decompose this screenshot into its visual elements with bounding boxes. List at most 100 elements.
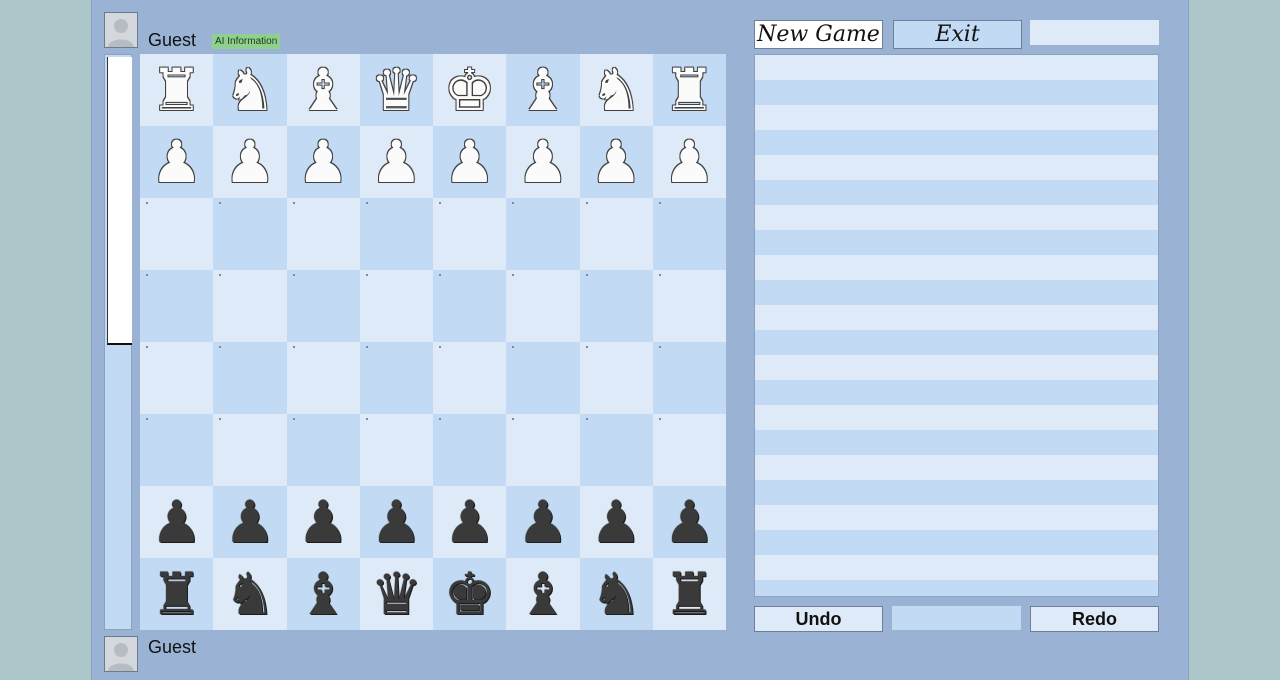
board-square[interactable]: ♟ xyxy=(286,126,360,198)
board-square[interactable] xyxy=(506,198,580,270)
board-square[interactable] xyxy=(652,270,726,342)
move-row[interactable] xyxy=(755,455,1158,480)
white-knight-piece[interactable]: ♞ xyxy=(224,61,276,119)
board-square[interactable] xyxy=(140,198,214,270)
board-square[interactable] xyxy=(579,414,653,486)
move-row[interactable] xyxy=(755,205,1158,230)
ai-information-badge[interactable]: AI Information xyxy=(212,34,281,49)
board-square[interactable]: ♟ xyxy=(433,486,507,558)
board-square[interactable] xyxy=(652,414,726,486)
move-row[interactable] xyxy=(755,405,1158,430)
board-square[interactable]: ♞ xyxy=(579,54,653,126)
black-rook-piece[interactable]: ♜ xyxy=(151,565,203,623)
black-pawn-piece[interactable]: ♟ xyxy=(444,493,496,551)
white-king-piece[interactable]: ♚ xyxy=(444,61,496,119)
board-square[interactable]: ♞ xyxy=(579,558,653,630)
board-square[interactable]: ♟ xyxy=(359,486,433,558)
move-row[interactable] xyxy=(755,355,1158,380)
redo-button[interactable]: Redo xyxy=(1030,606,1159,632)
white-rook-piece[interactable]: ♜ xyxy=(151,61,203,119)
board-square[interactable] xyxy=(652,342,726,414)
board-square[interactable]: ♞ xyxy=(213,54,287,126)
black-bishop-piece[interactable]: ♝ xyxy=(297,565,349,623)
board-square[interactable] xyxy=(286,270,360,342)
move-row[interactable] xyxy=(755,430,1158,455)
white-pawn-piece[interactable]: ♟ xyxy=(151,133,203,191)
move-row[interactable] xyxy=(755,180,1158,205)
board-square[interactable] xyxy=(433,414,507,486)
move-row[interactable] xyxy=(755,530,1158,555)
board-square[interactable]: ♚ xyxy=(433,558,507,630)
board-square[interactable] xyxy=(359,414,433,486)
move-history-list[interactable] xyxy=(754,54,1159,597)
board-square[interactable] xyxy=(286,342,360,414)
move-row[interactable] xyxy=(755,555,1158,580)
board-square[interactable]: ♟ xyxy=(506,486,580,558)
board-square[interactable] xyxy=(213,198,287,270)
white-pawn-piece[interactable]: ♟ xyxy=(663,133,715,191)
board-square[interactable]: ♟ xyxy=(213,486,287,558)
board-square[interactable]: ♟ xyxy=(433,126,507,198)
board-square[interactable] xyxy=(433,270,507,342)
board-square[interactable]: ♝ xyxy=(286,558,360,630)
board-square[interactable]: ♟ xyxy=(652,486,726,558)
board-square[interactable]: ♜ xyxy=(652,54,726,126)
white-pawn-piece[interactable]: ♟ xyxy=(444,133,496,191)
board-square[interactable]: ♝ xyxy=(286,54,360,126)
black-knight-piece[interactable]: ♞ xyxy=(224,565,276,623)
white-pawn-piece[interactable]: ♟ xyxy=(224,133,276,191)
black-king-piece[interactable]: ♚ xyxy=(444,565,496,623)
white-pawn-piece[interactable]: ♟ xyxy=(590,133,642,191)
new-game-button[interactable]: New Game xyxy=(754,20,883,49)
move-row[interactable] xyxy=(755,155,1158,180)
move-row[interactable] xyxy=(755,280,1158,305)
board-square[interactable] xyxy=(140,270,214,342)
board-square[interactable] xyxy=(359,342,433,414)
black-rook-piece[interactable]: ♜ xyxy=(663,565,715,623)
board-square[interactable] xyxy=(506,414,580,486)
white-pawn-piece[interactable]: ♟ xyxy=(370,133,422,191)
black-pawn-piece[interactable]: ♟ xyxy=(517,493,569,551)
undo-button[interactable]: Undo xyxy=(754,606,883,632)
move-row[interactable] xyxy=(755,130,1158,155)
board-square[interactable] xyxy=(213,414,287,486)
board-square[interactable] xyxy=(433,198,507,270)
black-pawn-piece[interactable]: ♟ xyxy=(151,493,203,551)
board-square[interactable]: ♟ xyxy=(213,126,287,198)
board-square[interactable] xyxy=(579,198,653,270)
board-square[interactable]: ♟ xyxy=(579,126,653,198)
board-square[interactable]: ♝ xyxy=(506,54,580,126)
white-bishop-piece[interactable]: ♝ xyxy=(297,61,349,119)
black-pawn-piece[interactable]: ♟ xyxy=(590,493,642,551)
move-row[interactable] xyxy=(755,380,1158,405)
board-square[interactable] xyxy=(506,270,580,342)
board-square[interactable]: ♟ xyxy=(140,126,214,198)
board-square[interactable]: ♛ xyxy=(359,558,433,630)
move-row[interactable] xyxy=(755,80,1158,105)
board-square[interactable]: ♜ xyxy=(140,54,214,126)
board-square[interactable] xyxy=(579,342,653,414)
board-square[interactable]: ♟ xyxy=(579,486,653,558)
black-knight-piece[interactable]: ♞ xyxy=(590,565,642,623)
black-pawn-piece[interactable]: ♟ xyxy=(297,493,349,551)
board-square[interactable]: ♛ xyxy=(359,54,433,126)
move-row[interactable] xyxy=(755,55,1158,80)
white-bishop-piece[interactable]: ♝ xyxy=(517,61,569,119)
board-square[interactable] xyxy=(359,270,433,342)
board-square[interactable]: ♟ xyxy=(652,126,726,198)
white-pawn-piece[interactable]: ♟ xyxy=(297,133,349,191)
board-square[interactable] xyxy=(359,198,433,270)
board-square[interactable]: ♟ xyxy=(359,126,433,198)
board-square[interactable]: ♝ xyxy=(506,558,580,630)
white-knight-piece[interactable]: ♞ xyxy=(590,61,642,119)
white-pawn-piece[interactable]: ♟ xyxy=(517,133,569,191)
board-square[interactable] xyxy=(579,270,653,342)
board-square[interactable] xyxy=(652,198,726,270)
black-pawn-piece[interactable]: ♟ xyxy=(224,493,276,551)
move-row[interactable] xyxy=(755,305,1158,330)
board-square[interactable] xyxy=(433,342,507,414)
move-row[interactable] xyxy=(755,105,1158,130)
move-row[interactable] xyxy=(755,330,1158,355)
move-row[interactable] xyxy=(755,255,1158,280)
white-queen-piece[interactable]: ♛ xyxy=(370,61,422,119)
